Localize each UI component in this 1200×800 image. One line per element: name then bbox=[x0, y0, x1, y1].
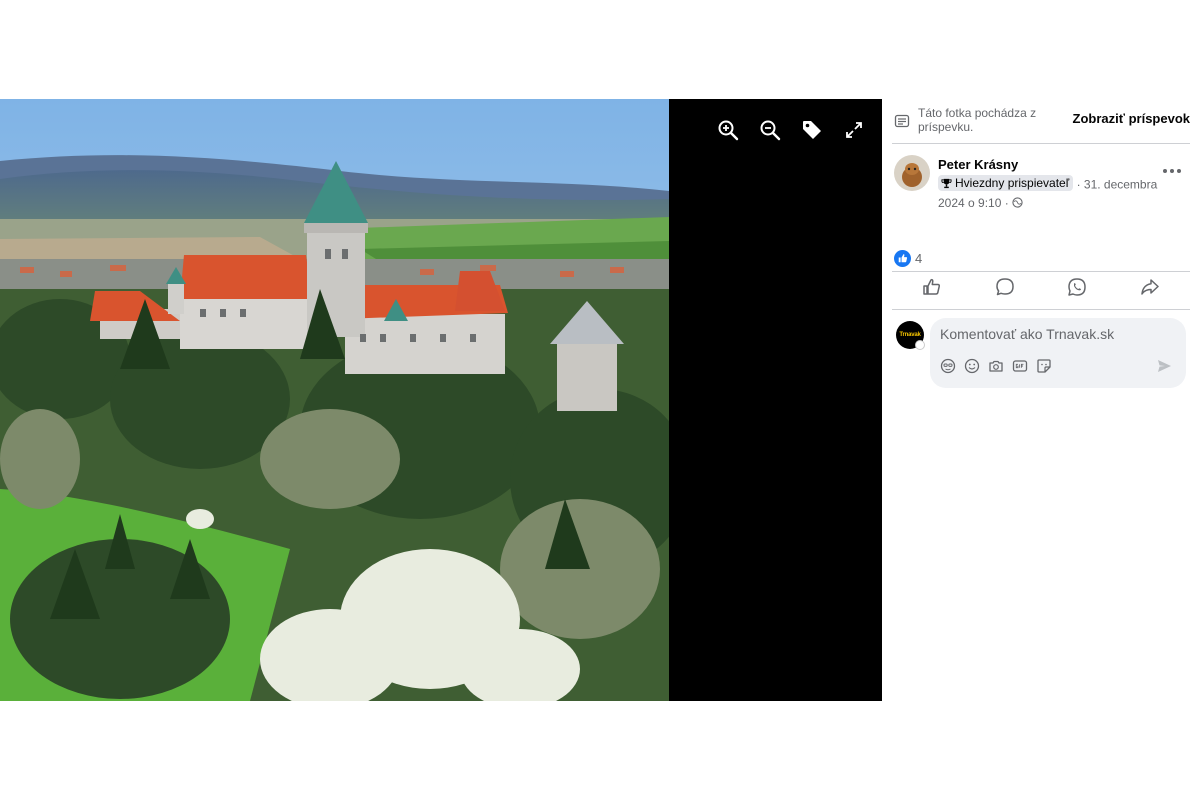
gif-icon[interactable] bbox=[1012, 358, 1028, 374]
like-icon bbox=[923, 278, 941, 295]
comment-icon bbox=[995, 278, 1014, 296]
contributor-badge[interactable]: Hviezdny prispievateľ bbox=[938, 175, 1074, 191]
castle-photo bbox=[0, 99, 669, 701]
comment-composer: Trnavak bbox=[896, 318, 1190, 391]
zoom-out-icon bbox=[760, 120, 781, 141]
trophy-icon bbox=[941, 178, 952, 188]
like-reaction-icon bbox=[894, 249, 911, 267]
divider bbox=[892, 271, 1190, 272]
like-count: 4 bbox=[915, 250, 923, 266]
avatar-sticker-icon[interactable] bbox=[940, 358, 956, 374]
send-icon[interactable] bbox=[1156, 358, 1172, 374]
whatsapp-icon bbox=[1068, 278, 1087, 296]
divider bbox=[892, 309, 1190, 310]
zoom-in-icon bbox=[718, 120, 739, 141]
comment-tools bbox=[940, 358, 1052, 374]
sticker-icon[interactable] bbox=[1036, 358, 1052, 374]
share-button[interactable] bbox=[1138, 275, 1162, 299]
post-actions bbox=[892, 275, 1190, 305]
badge-label: Hviezdny prispievateľ bbox=[955, 176, 1070, 190]
viewer-toolbar bbox=[714, 116, 882, 144]
globe-icon bbox=[1012, 196, 1023, 208]
author-header: Peter Krásny Hviezdny prispievateľ · 31.… bbox=[894, 155, 1190, 215]
emoji-icon[interactable] bbox=[964, 358, 980, 374]
photo-source-row: Táto fotka pochádza z príspevku. Zobrazi… bbox=[894, 105, 1190, 141]
tag-button[interactable] bbox=[798, 116, 826, 144]
share-icon bbox=[1141, 279, 1159, 295]
zoom-in-button[interactable] bbox=[714, 116, 742, 144]
avatar-image bbox=[894, 155, 930, 191]
post-meta: Hviezdny prispievateľ · 31. decembra 202… bbox=[938, 175, 1158, 212]
photo-viewer bbox=[0, 99, 882, 701]
tag-icon bbox=[803, 121, 821, 139]
divider bbox=[892, 143, 1190, 144]
avatar[interactable] bbox=[894, 155, 930, 191]
comment-input[interactable] bbox=[940, 326, 1170, 342]
fullscreen-button[interactable] bbox=[840, 116, 868, 144]
switch-profile-icon[interactable] bbox=[915, 340, 925, 350]
fullscreen-icon bbox=[846, 122, 862, 138]
post-date[interactable]: · 31. decembra bbox=[1077, 178, 1158, 192]
post-icon bbox=[894, 114, 910, 128]
post-date-continued[interactable]: 2024 o 9:10 · bbox=[938, 196, 1009, 210]
whatsapp-button[interactable] bbox=[1065, 275, 1089, 299]
comment-box bbox=[930, 318, 1186, 388]
like-button[interactable] bbox=[920, 275, 944, 299]
photo-source-text: Táto fotka pochádza z príspevku. bbox=[918, 106, 1037, 134]
comment-button[interactable] bbox=[993, 275, 1017, 299]
zoom-out-button[interactable] bbox=[756, 116, 784, 144]
more-options-icon[interactable] bbox=[1160, 163, 1184, 179]
reactions-summary[interactable]: 4 bbox=[894, 249, 922, 267]
author-name[interactable]: Peter Krásny bbox=[938, 157, 1018, 172]
post-side-panel: Táto fotka pochádza z príspevku. Zobrazi… bbox=[882, 99, 1200, 701]
view-post-link[interactable]: Zobraziť príspevok bbox=[1073, 111, 1190, 126]
camera-icon[interactable] bbox=[988, 358, 1004, 374]
